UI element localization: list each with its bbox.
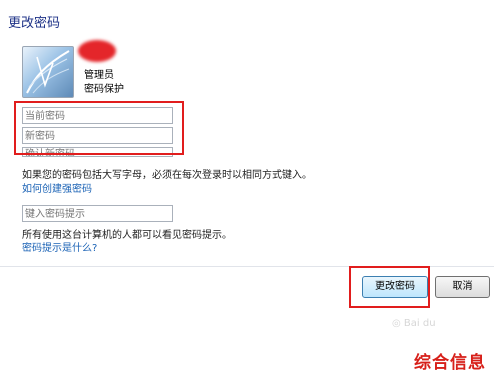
avatar-picture-icon [26, 50, 70, 94]
user-name: 管理员 [84, 70, 114, 81]
redaction-mark [78, 40, 116, 62]
what-is-hint-link[interactable]: 密码提示是什么? [22, 239, 97, 254]
faint-watermark-logo: ◎ Bai du [392, 318, 436, 329]
highlight-box-password-fields [14, 101, 184, 155]
case-sensitivity-note: 如果您的密码包括大写字母，必须在每次登录时以相同方式键入。 [22, 170, 312, 181]
watermark-text: 综合信息 [414, 353, 486, 373]
highlight-box-change-button [349, 266, 430, 308]
user-avatar [22, 46, 74, 98]
password-hint-field[interactable] [22, 205, 173, 222]
cancel-button[interactable]: 取消 [435, 276, 490, 298]
password-hint-input[interactable] [25, 207, 172, 222]
user-status: 密码保护 [84, 84, 124, 95]
strong-password-link[interactable]: 如何创建强密码 [22, 180, 92, 195]
page-title: 更改密码 [8, 16, 61, 31]
